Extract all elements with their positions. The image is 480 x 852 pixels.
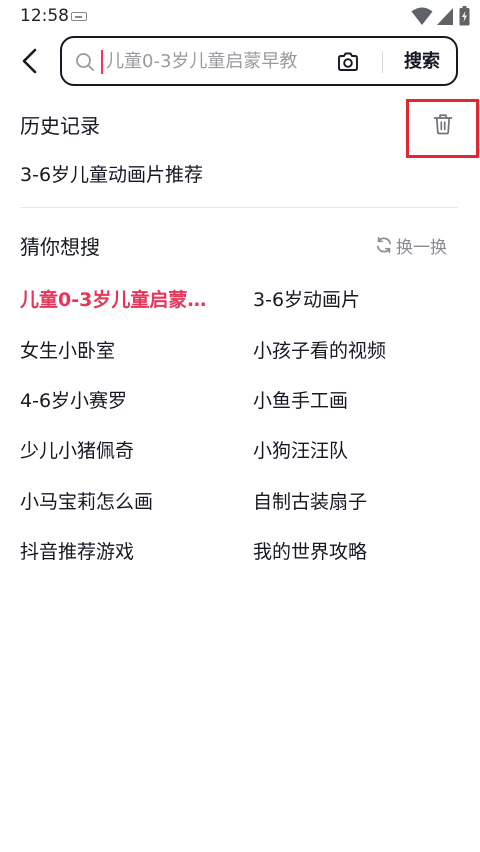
guess-item[interactable]: 我的世界攻略 (253, 537, 367, 564)
status-bar: 12:58 (0, 0, 480, 34)
wifi-icon (411, 7, 433, 25)
guess-item[interactable]: 小马宝莉怎么画 (20, 487, 153, 514)
clear-history-button[interactable] (430, 111, 456, 137)
guess-item[interactable]: 女生小卧室 (20, 336, 115, 363)
guess-item[interactable]: 小孩子看的视频 (253, 336, 386, 363)
guess-item[interactable]: 3-6岁动画片 (253, 285, 360, 312)
search-button[interactable]: 搜索 (394, 47, 450, 77)
history-title: 历史记录 (20, 114, 100, 138)
text-caret (101, 50, 103, 74)
guess-item[interactable]: 自制古装扇子 (253, 487, 367, 514)
status-time: 12:58 (20, 6, 69, 26)
search-input[interactable]: 儿童0-3岁儿童启蒙早教 (106, 47, 330, 77)
search-header: 儿童0-3岁儿童启蒙早教 搜索 (0, 34, 480, 88)
keyboard-icon (71, 12, 87, 21)
search-box[interactable]: 儿童0-3岁儿童启蒙早教 搜索 (60, 36, 458, 86)
refresh-button[interactable]: 换一换 (375, 233, 447, 258)
guess-item[interactable]: 儿童0-3岁儿童启蒙… (20, 285, 206, 312)
search-icon (76, 53, 94, 71)
trash-icon (433, 114, 453, 135)
refresh-icon (376, 236, 392, 254)
guess-item[interactable]: 4-6岁小赛罗 (20, 386, 127, 413)
refresh-label: 换一换 (396, 237, 447, 258)
guess-item[interactable]: 少儿小猪佩奇 (20, 436, 134, 463)
camera-icon[interactable] (336, 50, 360, 74)
back-button[interactable] (12, 43, 48, 79)
guess-title: 猜你想搜 (20, 235, 100, 259)
guess-item[interactable]: 小鱼手工画 (253, 386, 348, 413)
search-divider (382, 51, 383, 73)
guess-item[interactable]: 抖音推荐游戏 (20, 537, 134, 564)
guess-item[interactable]: 小狗汪汪队 (253, 436, 348, 463)
signal-icon (437, 8, 453, 25)
history-item[interactable]: 3-6岁儿童动画片推荐 (20, 160, 203, 187)
battery-icon (459, 6, 470, 26)
section-divider (20, 207, 458, 208)
back-arrow-icon (22, 48, 37, 74)
